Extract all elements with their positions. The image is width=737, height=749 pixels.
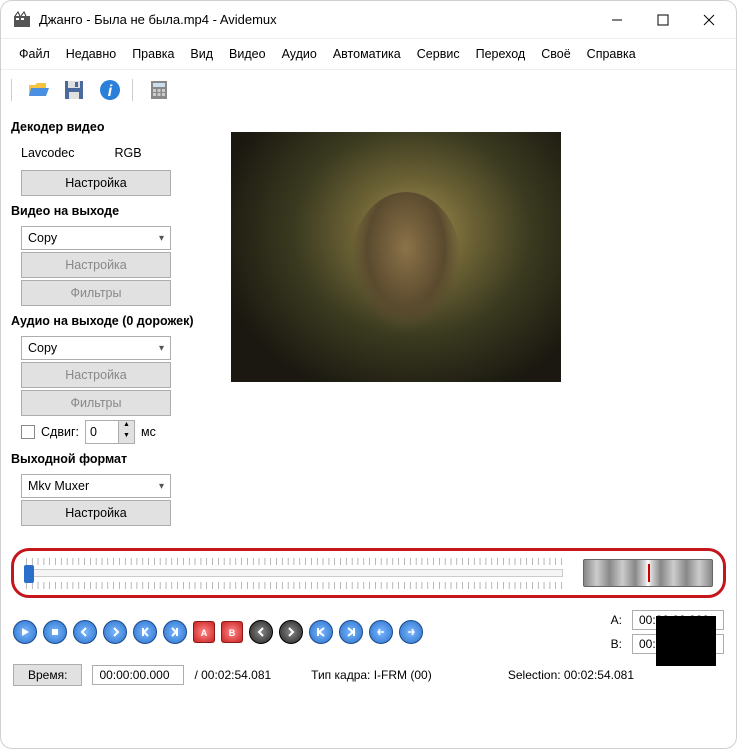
window-title: Джанго - Была не была.mp4 - Avidemux (39, 12, 594, 27)
shift-spinner[interactable]: ▲▼ (85, 420, 135, 444)
info-icon[interactable]: i (96, 76, 124, 104)
close-button[interactable] (686, 2, 732, 38)
goto-marker-b-button[interactable] (399, 620, 423, 644)
menu-auto[interactable]: Автоматика (325, 43, 409, 65)
menu-tools[interactable]: Сервис (409, 43, 468, 65)
video-out-config-button[interactable]: Настройка (21, 252, 171, 278)
audio-out-value: Copy (28, 341, 57, 355)
format-value: Mkv Muxer (28, 479, 89, 493)
video-out-section-title: Видео на выходе (11, 204, 221, 218)
app-window: Джанго - Была не была.mp4 - Avidemux Фай… (0, 0, 737, 749)
video-preview[interactable] (231, 132, 561, 382)
next-keyframe-button[interactable] (163, 620, 187, 644)
format-select[interactable]: Mkv Muxer ▾ (21, 474, 171, 498)
menu-custom[interactable]: Своё (533, 43, 578, 65)
video-out-select[interactable]: Copy ▾ (21, 226, 171, 250)
svg-text:i: i (108, 83, 113, 100)
marker-b-label: B: (611, 637, 622, 651)
next-frame-button[interactable] (103, 620, 127, 644)
svg-text:A: A (201, 628, 208, 638)
left-panel: Декодер видео Lavcodec RGB Настройка Вид… (11, 112, 221, 528)
duration-label: / 00:02:54.081 (194, 668, 271, 682)
selection-label: Selection: (508, 668, 561, 682)
set-marker-b-button[interactable]: B (221, 621, 243, 643)
audio-out-section-title: Аудио на выходе (0 дорожек) (11, 314, 221, 328)
time-button[interactable]: Время: (13, 664, 82, 686)
audio-out-select[interactable]: Copy ▾ (21, 336, 171, 360)
chevron-down-icon: ▾ (159, 343, 164, 354)
prev-frame-button[interactable] (73, 620, 97, 644)
stop-button[interactable] (43, 620, 67, 644)
goto-marker-a-button[interactable] (369, 620, 393, 644)
timeline-slider[interactable]: ||||||||||||||||||||||||||||||||||||||||… (24, 557, 563, 589)
app-icon (13, 11, 31, 29)
selection-value: 00:02:54.081 (564, 668, 634, 682)
menu-go[interactable]: Переход (468, 43, 534, 65)
menubar: Файл Недавно Правка Вид Видео Аудио Авто… (1, 39, 736, 70)
shift-checkbox[interactable] (21, 425, 35, 439)
next-cut-button[interactable] (279, 620, 303, 644)
toolbar: i (1, 70, 736, 108)
menu-audio[interactable]: Аудио (274, 43, 325, 65)
save-icon[interactable] (60, 76, 88, 104)
spin-up-icon[interactable]: ▲ (119, 421, 134, 432)
titlebar: Джанго - Была не была.mp4 - Avidemux (1, 1, 736, 39)
decoder-rgb-label: RGB (115, 146, 142, 160)
thumbnail-box (656, 616, 716, 666)
shift-label: Сдвиг: (41, 425, 79, 439)
menu-video[interactable]: Видео (221, 43, 274, 65)
audio-out-filters-button[interactable]: Фильтры (21, 390, 171, 416)
audio-out-config-button[interactable]: Настройка (21, 362, 171, 388)
maximize-button[interactable] (640, 2, 686, 38)
spin-down-icon[interactable]: ▼ (119, 432, 134, 443)
menu-file[interactable]: Файл (11, 43, 58, 65)
shift-unit: мс (141, 425, 156, 439)
decoder-section-title: Декодер видео (11, 120, 221, 134)
goto-end-button[interactable] (339, 620, 363, 644)
menu-help[interactable]: Справка (579, 43, 644, 65)
minimize-button[interactable] (594, 2, 640, 38)
timeline-highlight: ||||||||||||||||||||||||||||||||||||||||… (11, 548, 726, 598)
preview-area (221, 112, 726, 528)
marker-a-label: A: (611, 613, 622, 627)
video-out-value: Copy (28, 231, 57, 245)
current-time-value[interactable]: 00:00:00.000 (92, 665, 184, 685)
jog-wheel[interactable] (583, 559, 713, 587)
calculator-icon[interactable] (145, 76, 173, 104)
timeline-handle[interactable] (24, 565, 34, 583)
decoder-config-button[interactable]: Настройка (21, 170, 171, 196)
play-button[interactable] (13, 620, 37, 644)
menu-recent[interactable]: Недавно (58, 43, 124, 65)
menu-edit[interactable]: Правка (124, 43, 182, 65)
set-marker-a-button[interactable]: A (193, 621, 215, 643)
svg-text:B: B (229, 628, 236, 638)
goto-start-button[interactable] (309, 620, 333, 644)
video-out-filters-button[interactable]: Фильтры (21, 280, 171, 306)
decoder-lavcodec-label: Lavcodec (21, 146, 75, 160)
chevron-down-icon: ▾ (159, 481, 164, 492)
frame-type-label: Тип кадра: I-FRM (00) (311, 668, 432, 682)
prev-keyframe-button[interactable] (133, 620, 157, 644)
chevron-down-icon: ▾ (159, 233, 164, 244)
prev-cut-button[interactable] (249, 620, 273, 644)
open-icon[interactable] (24, 76, 52, 104)
format-config-button[interactable]: Настройка (21, 500, 171, 526)
menu-view[interactable]: Вид (182, 43, 221, 65)
shift-input[interactable] (86, 425, 118, 439)
format-section-title: Выходной формат (11, 452, 221, 466)
